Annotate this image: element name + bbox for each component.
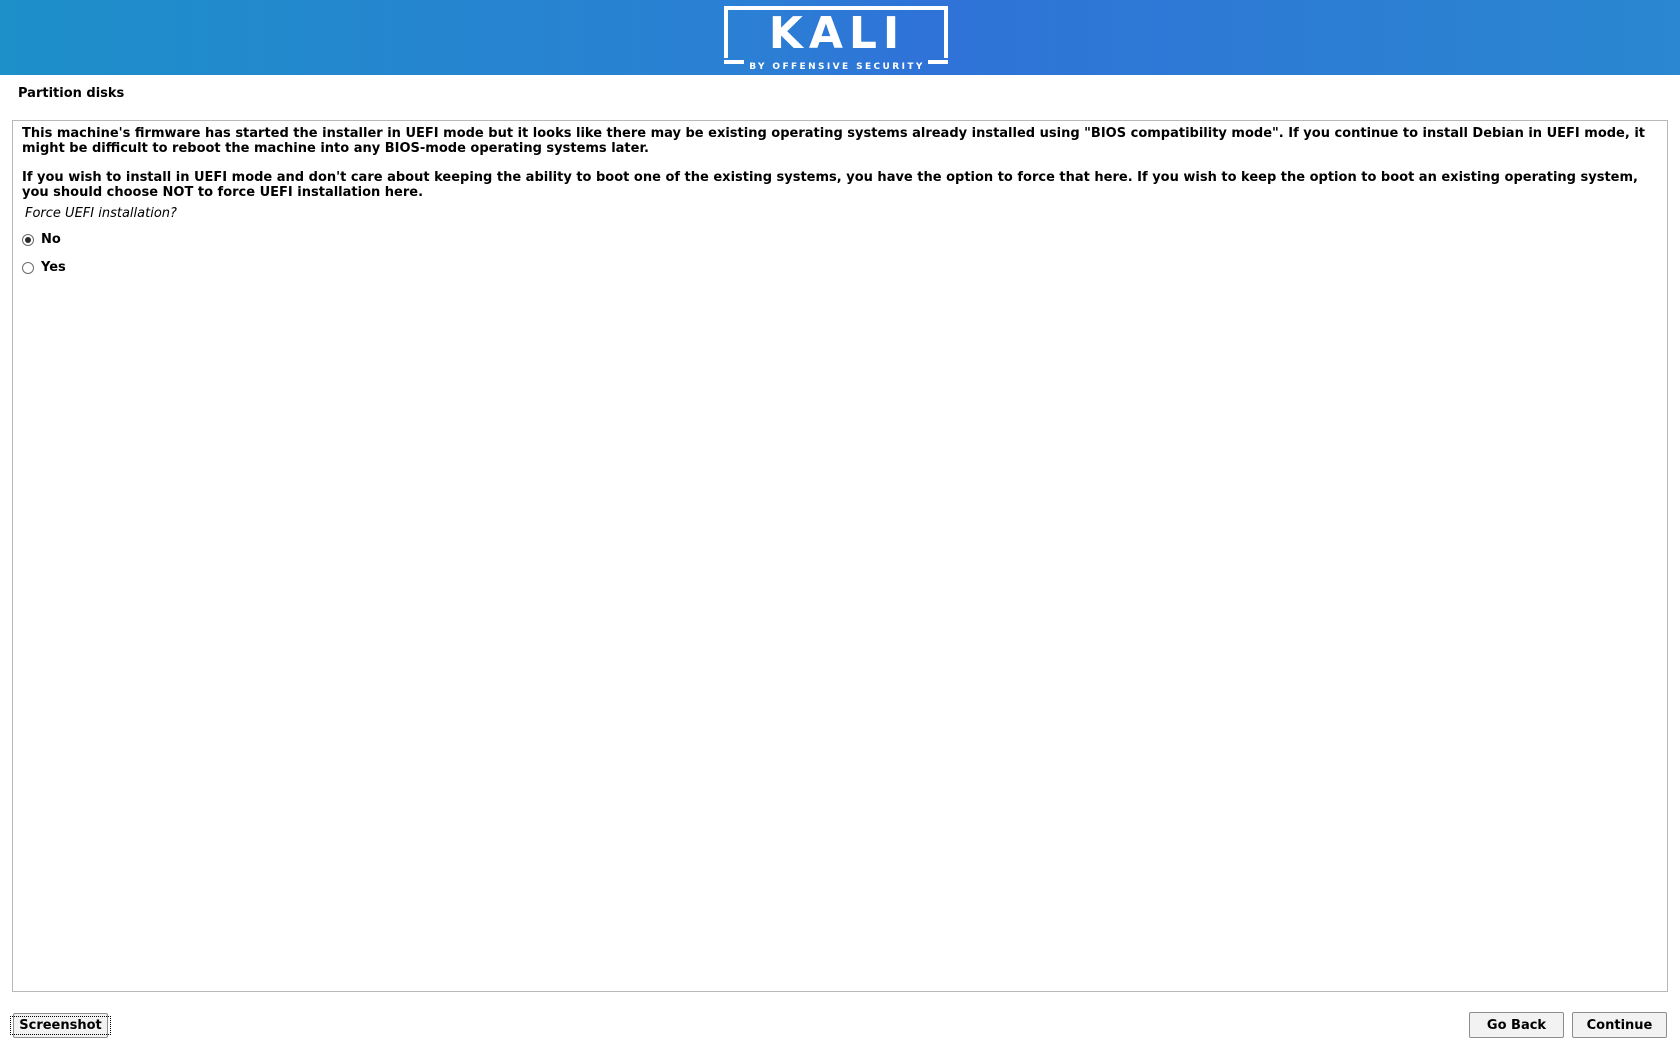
go-back-button[interactable]: Go Back: [1469, 1012, 1564, 1038]
logo-tagline: BY OFFENSIVE SECURITY: [749, 62, 925, 72]
logo-word: KALI: [768, 8, 906, 59]
kali-logo: KALI BY OFFENSIVE SECURITY: [721, 4, 959, 74]
content-panel: This machine's firmware has started the …: [12, 120, 1668, 992]
option-no-label: No: [41, 232, 61, 247]
option-yes[interactable]: Yes: [22, 259, 66, 277]
radio-no[interactable]: [22, 234, 34, 246]
continue-button[interactable]: Continue: [1572, 1012, 1667, 1038]
message-paragraph-2: If you wish to install in UEFI mode and …: [22, 170, 1638, 200]
radio-yes[interactable]: [22, 262, 34, 274]
option-no[interactable]: No: [22, 231, 61, 249]
page-title: Partition disks: [18, 86, 125, 101]
message-paragraph-1: This machine's firmware has started the …: [22, 126, 1646, 156]
header-banner: KALI BY OFFENSIVE SECURITY: [0, 0, 1680, 75]
option-yes-label: Yes: [41, 260, 66, 275]
screenshot-button-label: Screenshot: [10, 1016, 111, 1035]
screenshot-button[interactable]: Screenshot: [10, 1013, 111, 1038]
question-label: Force UEFI installation?: [25, 206, 177, 221]
